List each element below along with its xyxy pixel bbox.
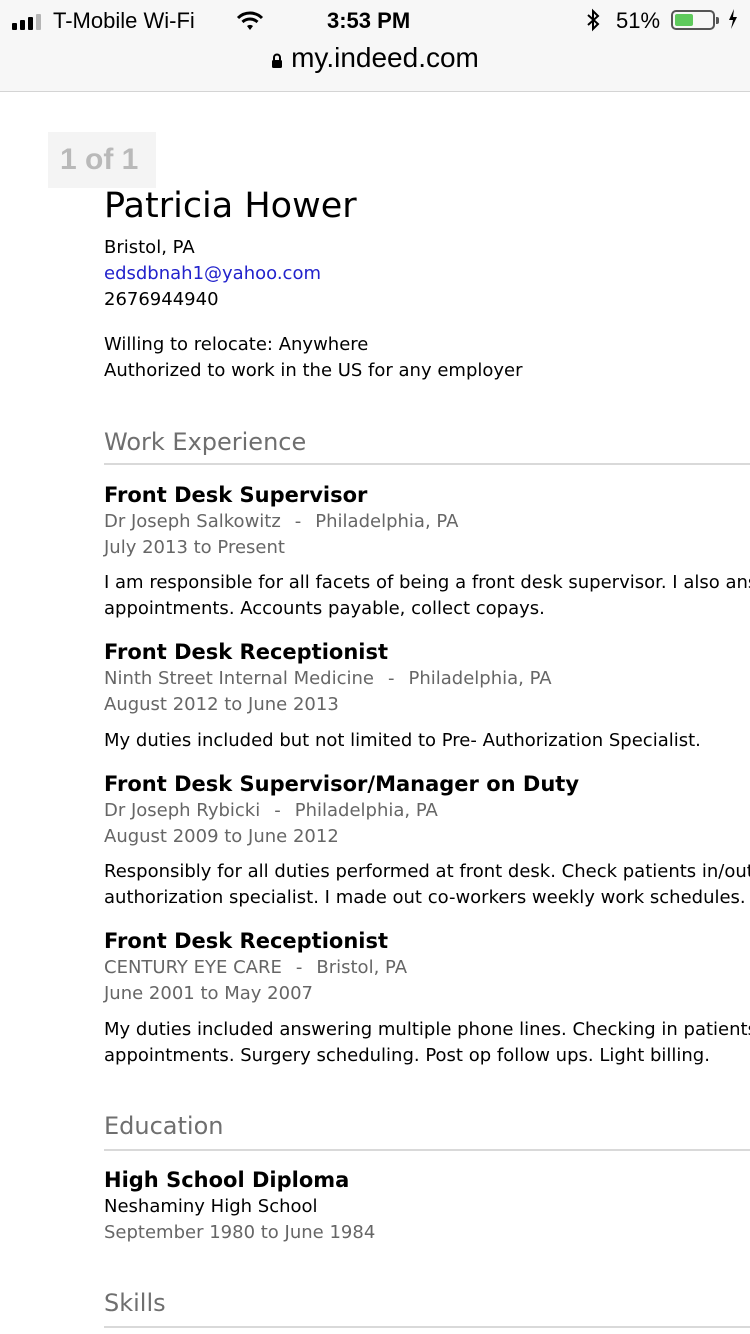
section-divider	[104, 463, 750, 465]
separator: -	[295, 957, 303, 978]
job-dates: June 2001 to May 2007	[104, 983, 313, 1004]
job-company: Ninth Street Internal Medicine	[104, 668, 374, 689]
section-divider	[104, 1326, 750, 1328]
job-location: Philadelphia, PA	[294, 800, 438, 821]
work-experience-heading: Work Experience	[104, 428, 307, 456]
carrier-name: T-Mobile Wi-Fi	[53, 8, 195, 33]
cellular-signal-icon	[12, 14, 41, 30]
separator: -	[294, 511, 302, 532]
job-dates: July 2013 to Present	[104, 537, 285, 558]
job-description-line: authorization specialist. I made out co-…	[104, 887, 746, 908]
charging-bolt-icon	[728, 8, 738, 35]
job-title: Front Desk Receptionist	[104, 640, 389, 664]
education-school: Neshaminy High School	[104, 1196, 318, 1217]
battery-level-fill	[675, 14, 693, 26]
wifi-icon	[236, 10, 264, 38]
separator: -	[387, 668, 395, 689]
job-dates: August 2009 to June 2012	[104, 826, 339, 847]
job-location: Philadelphia, PA	[315, 511, 459, 532]
work-authorization: Authorized to work in the US for any emp…	[104, 360, 523, 381]
candidate-location: Bristol, PA	[104, 237, 195, 258]
battery-icon	[671, 10, 719, 30]
job-employer: Ninth Street Internal Medicine - Philadelp…	[104, 668, 552, 689]
job-dates: August 2012 to June 2013	[104, 694, 339, 715]
job-description-line: I am responsible for all facets of being…	[104, 572, 750, 593]
candidate-name: Patricia Hower	[104, 186, 357, 226]
section-divider	[104, 1149, 750, 1151]
url-text: my.indeed.com	[291, 42, 479, 73]
relocation-preference: Willing to relocate: Anywhere	[104, 334, 369, 355]
job-description-line: My duties included answering multiple ph…	[104, 1019, 750, 1040]
lock-icon	[271, 44, 283, 76]
job-title: Front Desk Supervisor/Manager on Duty	[104, 772, 580, 796]
clock: 3:53 PM	[327, 8, 411, 33]
skills-heading: Skills	[104, 1289, 166, 1317]
job-location: Bristol, PA	[316, 957, 408, 978]
separator: -	[274, 800, 281, 821]
bluetooth-icon	[586, 8, 600, 38]
education-heading: Education	[104, 1112, 224, 1140]
browser-top-bar: T-Mobile Wi-Fi 3:53 PM 51% my.indeed.com	[0, 0, 750, 92]
page-counter: 1 of 1	[48, 132, 156, 188]
job-title: Front Desk Receptionist	[104, 929, 389, 953]
job-location: Philadelphia, PA	[408, 668, 552, 689]
job-company: Dr Joseph Rybicki	[104, 800, 261, 821]
job-description-line: Responsibly for all duties performed at …	[104, 861, 750, 882]
job-description-line: appointments. Accounts payable, collect …	[104, 598, 545, 619]
job-employer: Dr Joseph Rybicki - Philadelphia, PA	[104, 800, 438, 821]
job-description-line: appointments. Surgery scheduling. Post o…	[104, 1045, 710, 1066]
address-bar[interactable]: my.indeed.com	[0, 42, 750, 76]
candidate-email-link[interactable]: edsdbnah1@yahoo.com	[104, 263, 321, 284]
job-title: Front Desk Supervisor	[104, 483, 368, 507]
job-company: Dr Joseph Salkowitz	[104, 511, 281, 532]
job-employer: Dr Joseph Salkowitz - Philadelphia, PA	[104, 511, 458, 532]
education-degree: High School Diploma	[104, 1168, 350, 1192]
education-dates: September 1980 to June 1984	[104, 1222, 376, 1243]
battery-percentage: 51%	[616, 8, 661, 33]
job-employer: CENTURY EYE CARE - Bristol, PA	[104, 957, 407, 978]
job-company: CENTURY EYE CARE	[104, 957, 282, 978]
status-bar: T-Mobile Wi-Fi 3:53 PM 51%	[0, 6, 750, 36]
job-description-line: My duties included but not limited to Pr…	[104, 730, 701, 751]
candidate-phone: 2676944940	[104, 289, 219, 310]
